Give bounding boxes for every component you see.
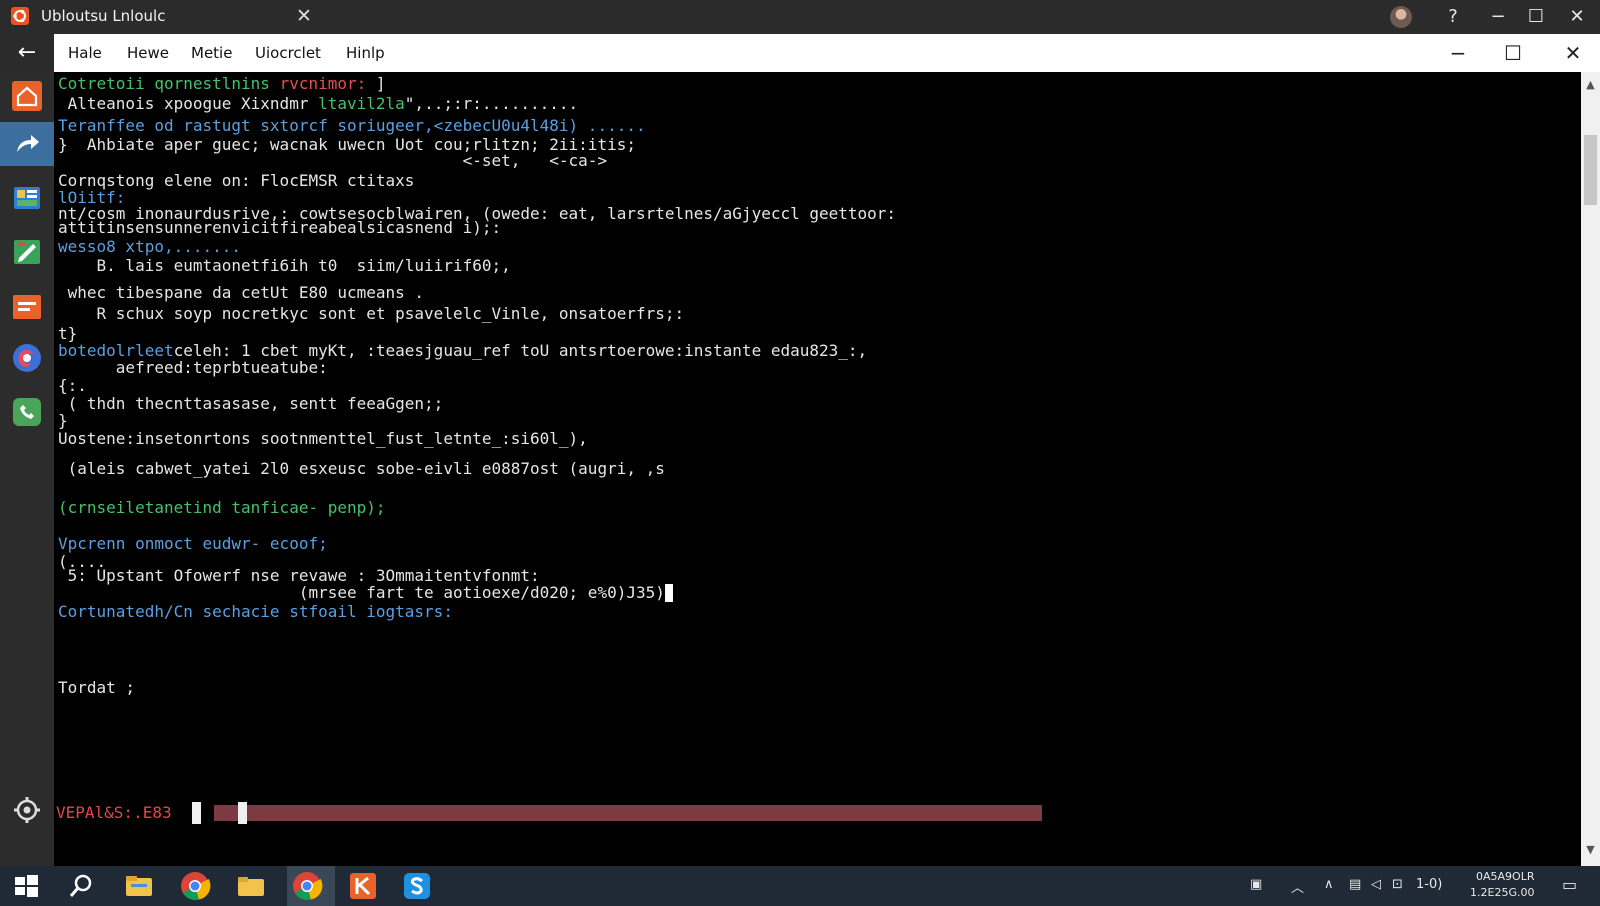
presentation-icon[interactable]: [9, 289, 45, 325]
folder-icon[interactable]: [235, 870, 267, 902]
search-icon[interactable]: [65, 870, 97, 902]
files-icon[interactable]: [9, 180, 45, 216]
user-avatar[interactable]: [1390, 6, 1412, 28]
edit-icon[interactable]: [9, 234, 45, 270]
terminal-text: (mrsee fart te aotioexe/d020; e%0)J35): [58, 583, 665, 602]
terminal-line: B. lais eumtaonetfi6ih t0 siim/luiirif60…: [58, 256, 511, 275]
wifi-icon[interactable]: ∧: [1324, 877, 1334, 892]
window-title-bar: [0, 0, 1600, 34]
terminal-line: R schux soyp nocretkyc sont et psavelelc…: [58, 304, 685, 323]
text-cursor: [664, 584, 673, 602]
terminal-text: Alteanois xpoogue Xixndmr: [58, 94, 319, 113]
terminal-line: aefreed:teprbtueatube:: [58, 358, 328, 377]
ubuntu-logo-icon: [11, 7, 29, 25]
help-icon[interactable]: ?: [1438, 4, 1468, 30]
terminal-output[interactable]: Cotretoii qornestlnins rvcnimor: ] Altea…: [54, 72, 1581, 866]
settings-icon[interactable]: [9, 792, 45, 828]
terminal-line: Tordat ;: [58, 678, 136, 697]
file-explorer-icon[interactable]: [123, 870, 155, 902]
menu-item-hale[interactable]: Hale: [68, 44, 102, 62]
terminal-line: wesso8 xtpo,.......: [58, 237, 242, 256]
terminal-progress-bar: [214, 805, 1042, 821]
terminal-line: Uostene:insetonrtons sootnmenttel_fust_l…: [58, 429, 588, 448]
tray-language-text[interactable]: 1-0): [1416, 877, 1442, 892]
window-title: Ubloutsu Lnloulc: [41, 7, 166, 25]
tab-close-icon[interactable]: ✕: [292, 4, 316, 28]
terminal-text: Cotretoii qornestlnins: [58, 74, 280, 93]
terminal-line: attitinsensunnerenvicitfireabealsicasnen…: [58, 218, 502, 237]
terminal-line: Alteanois xpoogue Xixndmr ltavil2la",..;…: [58, 94, 579, 113]
scroll-down-icon[interactable]: ▼: [1581, 843, 1600, 859]
app-k-icon[interactable]: [347, 870, 379, 902]
keyboard-icon[interactable]: ▣: [1250, 877, 1262, 892]
browser-icon[interactable]: [9, 340, 45, 376]
title-minimize-button[interactable]: −: [1483, 4, 1513, 30]
chevron-up-icon[interactable]: ︿: [1291, 877, 1304, 896]
terminal-text: ",..;:r:..........: [404, 94, 579, 113]
terminal-line: (crnseiletanetind tanficae- penp);: [58, 498, 386, 517]
language-icon[interactable]: ⊡: [1392, 877, 1403, 892]
terminal-text: ]: [366, 74, 386, 93]
menu-item-hewe[interactable]: Hewe: [127, 44, 169, 62]
terminal-line: Cortunatedh/Cn sechacie stfoail iogtasrs…: [58, 602, 453, 621]
terminal-line: {:.: [58, 376, 87, 395]
menu-bar: [0, 34, 1600, 72]
volume-icon[interactable]: ◁: [1371, 877, 1381, 892]
terminal-line: (aleis cabwet_yatei 2l0 esxeusc sobe-eiv…: [58, 459, 665, 478]
status-cursor: [192, 802, 201, 824]
terminal-line: Cotretoii qornestlnins rvcnimor: ]: [58, 75, 386, 93]
menu-item-metie[interactable]: Metie: [191, 44, 232, 62]
skype-icon[interactable]: [401, 870, 433, 902]
title-close-button[interactable]: ✕: [1562, 4, 1592, 30]
terminal-line: }: [58, 411, 68, 430]
windows-start-icon[interactable]: [10, 870, 42, 902]
close-button[interactable]: ✕: [1556, 40, 1590, 66]
terminal-line: whec tibespane da cetUt E80 ucmeans .: [58, 283, 425, 302]
chrome-icon[interactable]: [179, 870, 211, 902]
terminal-line: ( thdn thecnttasasase, sentt feeaGgen;;: [58, 394, 444, 413]
maximize-button[interactable]: ☐: [1496, 40, 1530, 66]
back-arrow-icon[interactable]: ←: [0, 34, 54, 72]
terminal-line: Teranffee od rastugt sxtorcf soriugeer,<…: [58, 117, 646, 135]
terminal-text: Teranffee od rastugt sxtorcf soriugeer,<…: [58, 116, 646, 135]
menu-item-uiocrclet[interactable]: Uiocrclet: [255, 44, 321, 62]
menu-item-hinlp[interactable]: Hinlp: [346, 44, 385, 62]
clock-date[interactable]: 1.2E25G.00: [1470, 886, 1534, 899]
clock-time[interactable]: 0A5A9OLR: [1476, 870, 1534, 883]
terminal-status-text: VEPAl&S:.E83: [56, 803, 172, 822]
terminal-text: ltavil2la: [318, 94, 405, 113]
scrollbar-thumb[interactable]: [1584, 135, 1597, 205]
terminal-line: Vpcrenn onmoct eudwr- ecoof;: [58, 534, 328, 553]
share-icon[interactable]: [9, 126, 45, 162]
minimize-button[interactable]: −: [1441, 40, 1475, 66]
title-maximize-button[interactable]: ☐: [1521, 4, 1551, 30]
notification-icon[interactable]: ▭: [1562, 875, 1577, 894]
scroll-up-icon[interactable]: ▲: [1581, 78, 1600, 94]
terminal-text: rvcnimor:: [279, 74, 367, 93]
home-icon[interactable]: [9, 78, 45, 114]
phone-icon[interactable]: [9, 394, 45, 430]
display-icon[interactable]: ▤: [1349, 877, 1361, 892]
terminal-line: <-set, <-ca->: [58, 151, 608, 170]
terminal-line: (mrsee fart te aotioexe/d020; e%0)J35): [58, 584, 673, 602]
chrome-icon[interactable]: [291, 870, 323, 902]
status-cursor: [238, 802, 247, 824]
